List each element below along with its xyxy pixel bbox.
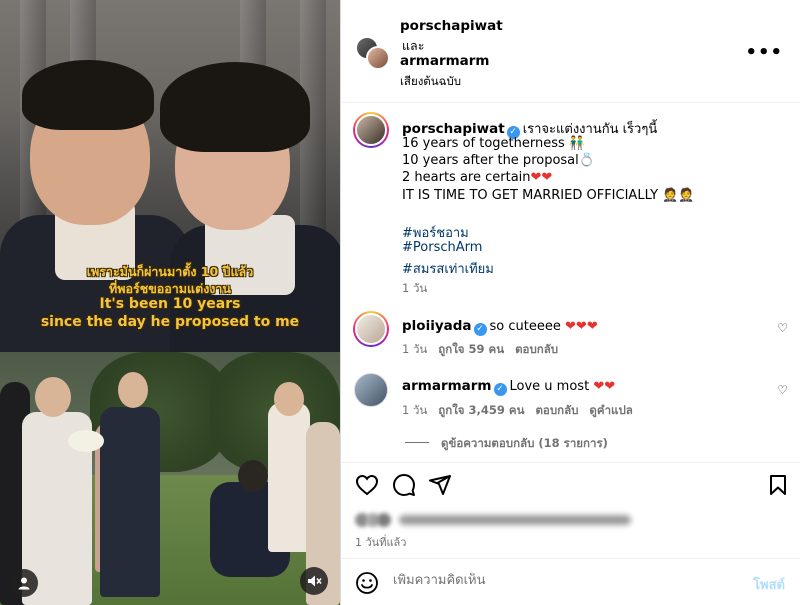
red-heart-icon: ❤ xyxy=(604,379,616,394)
header-username-1[interactable]: porschapiwat xyxy=(400,18,503,34)
red-heart-icon: ❤ xyxy=(530,170,542,185)
header-username-2[interactable]: armarmarm xyxy=(400,53,490,69)
caption-english-1: It's been 10 years xyxy=(99,296,241,312)
comment-meta: 1 วัน ถูกใจ 59 คน ตอบกลับ xyxy=(402,341,558,359)
original-audio-link[interactable]: เสียงต้นฉบับ xyxy=(400,73,461,91)
caption-english-2: since the day he proposed to me xyxy=(40,314,300,330)
post-comment-button[interactable]: โพสต์ xyxy=(753,574,785,595)
more-options-icon[interactable]: ••• xyxy=(745,42,783,63)
comment-icon[interactable] xyxy=(392,473,416,497)
video-frame-bottom xyxy=(0,352,340,605)
red-heart-icon: ❤ xyxy=(565,319,576,334)
comment-text: Love u most xyxy=(509,379,590,394)
view-replies-button[interactable]: ดูข้อความตอบกลับ (18 รายการ) xyxy=(441,435,608,453)
replies-divider xyxy=(405,442,429,443)
mute-button[interactable] xyxy=(300,567,328,595)
person-head xyxy=(35,377,71,417)
comment-username[interactable]: ploiiyada xyxy=(402,318,472,334)
hair-left xyxy=(22,60,154,130)
person-head xyxy=(238,460,268,492)
verified-badge-icon: ✓ xyxy=(473,323,487,336)
man-figure xyxy=(100,407,160,597)
red-heart-icon: ❤ xyxy=(586,319,598,334)
video-frame-top: เพราะมันก็ผ่านมาตั้ง 10 ปีแล้ว ที่พอร์ชข… xyxy=(0,0,340,352)
caption-line: 16 years of togetherness 👬 xyxy=(402,136,586,151)
verified-badge-icon: ✓ xyxy=(493,383,507,396)
post-author-username[interactable]: porschapiwat xyxy=(402,121,505,137)
hashtag-link[interactable]: #สมรสเท่าเทียม xyxy=(402,258,494,279)
caption-line: 2 hearts are certain xyxy=(402,170,531,185)
liked-by-row[interactable] xyxy=(355,510,631,530)
comment-text-row: armarmarm ✓ Love u most ❤❤ xyxy=(402,378,615,396)
comment-input[interactable] xyxy=(393,573,723,588)
avatar-user2 xyxy=(366,46,390,70)
action-bar xyxy=(341,462,800,506)
tagged-users-button[interactable] xyxy=(10,569,38,597)
comment-meta: 1 วัน ถูกใจ 3,459 คน ตอบกลับ ดูคำแปล xyxy=(402,402,633,420)
save-bookmark-icon[interactable] xyxy=(766,473,790,497)
caption-line: 10 years after the proposal💍 xyxy=(402,153,595,168)
comment-likes[interactable]: ถูกใจ 59 คน xyxy=(438,342,504,356)
post-panel: porschapiwat และ armarmarm เสียงต้นฉบับ … xyxy=(340,0,800,605)
see-translation-button[interactable]: ดูคำแปล xyxy=(589,403,632,417)
hair-right xyxy=(160,62,310,152)
caption-line: เราจะแต่งงานกัน เร็วๆนี้ xyxy=(522,122,658,137)
post-author-avatar[interactable] xyxy=(353,112,389,148)
comment-likes[interactable]: ถูกใจ 3,459 คน xyxy=(438,403,524,417)
person-head xyxy=(118,372,148,408)
comment-time[interactable]: 1 วัน xyxy=(402,342,427,356)
post-timestamp[interactable]: 1 วันที่แล้ว xyxy=(355,533,406,551)
commenter-avatar[interactable] xyxy=(353,311,389,347)
like-comment-icon[interactable]: ♡ xyxy=(777,321,788,335)
dual-avatar[interactable] xyxy=(355,36,390,70)
person-figure xyxy=(268,402,310,552)
speaker-muted-icon xyxy=(308,575,322,587)
liked-by-text-blurred xyxy=(399,515,631,525)
caption-line-hearts: 2 hearts are certain❤❤ xyxy=(402,170,552,185)
share-icon[interactable] xyxy=(428,473,452,497)
heart-icon[interactable] xyxy=(355,473,379,497)
reply-button[interactable]: ตอบกลับ xyxy=(535,403,578,417)
reply-button[interactable]: ตอบกลับ xyxy=(515,342,558,356)
comment-time[interactable]: 1 วัน xyxy=(402,403,427,417)
red-heart-icon: ❤ xyxy=(541,170,553,185)
post-media[interactable]: เพราะมันก็ผ่านมาตั้ง 10 ปีแล้ว ที่พอร์ชข… xyxy=(0,0,340,605)
post-time[interactable]: 1 วัน xyxy=(402,280,427,298)
user-icon xyxy=(18,577,30,590)
hashtag-link[interactable]: #PorschArm xyxy=(402,240,482,255)
comment-composer: โพสต์ xyxy=(341,558,800,605)
commenter-avatar[interactable] xyxy=(354,373,388,407)
liker-avatar xyxy=(377,513,391,527)
comment-text-row: ploiiyada ✓ so cuteeee ❤❤❤ xyxy=(402,318,598,336)
emoji-icon[interactable] xyxy=(355,571,379,595)
post-header: porschapiwat และ armarmarm เสียงต้นฉบับ … xyxy=(341,0,800,103)
red-heart-icon: ❤ xyxy=(575,319,587,334)
red-heart-icon: ❤ xyxy=(593,379,605,394)
person-head xyxy=(274,382,304,416)
caption-line: IT IS TIME TO GET MARRIED OFFICIALLY 🤵🤵 xyxy=(402,188,695,203)
bouquet xyxy=(68,430,104,452)
comment-username[interactable]: armarmarm xyxy=(402,378,492,394)
like-comment-icon[interactable]: ♡ xyxy=(777,383,788,397)
comment-text: so cuteeee xyxy=(489,319,561,334)
